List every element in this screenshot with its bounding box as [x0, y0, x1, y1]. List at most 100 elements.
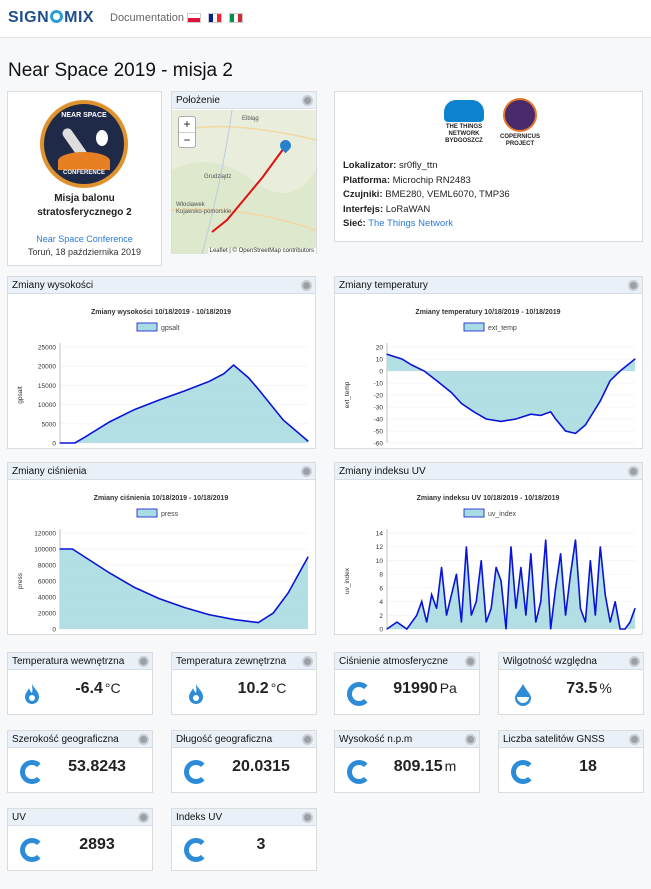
info-locator: Lokalizator: sr0fly_ttn [343, 160, 438, 171]
copernicus-logo: COPERNICUS PROJECT [498, 98, 542, 148]
data-point [485, 621, 487, 623]
gear-icon[interactable] [628, 466, 639, 477]
gear-icon[interactable] [629, 734, 640, 745]
data-point [183, 606, 185, 608]
y-tick-label: 0 [379, 627, 383, 634]
data-point [490, 607, 492, 610]
ring-icon [20, 838, 44, 862]
data-point [109, 572, 111, 574]
legend-label: press [161, 511, 179, 518]
signomix-logo[interactable]: SIGN MIX [8, 9, 94, 27]
data-point [257, 622, 259, 624]
zoom-in-button[interactable]: + [179, 117, 195, 132]
data-point [59, 442, 61, 444]
data-point [445, 614, 448, 616]
data-point [411, 364, 413, 366]
near-space-conference-logo: NEAR SPACE CONFERENCE [40, 100, 128, 188]
gear-icon[interactable] [302, 656, 313, 667]
data-point [307, 556, 309, 558]
y-axis-label: gpsalt [17, 386, 24, 404]
gear-icon[interactable] [628, 280, 639, 291]
pressure-chart-card: Zmiany ciśnienia Zmiany ciśnienia 10/18/… [7, 462, 316, 635]
tile-label: Liczba satelitów GNSS [503, 734, 605, 745]
data-point [634, 358, 636, 360]
data-point [530, 413, 532, 415]
data-point [416, 614, 418, 616]
data-point [495, 566, 497, 568]
data-point [71, 548, 73, 550]
pressure-chart: Zmiany ciśnienia 10/18/2019 - 10/18/2019… [17, 495, 309, 634]
data-point [619, 628, 621, 630]
device-info-list: Lokalizator: sr0fly_ttn Platforma: Micro… [343, 159, 510, 232]
y-tick-label: 0 [52, 627, 56, 634]
y-tick-label: 120000 [34, 531, 56, 538]
mission-name: Misja balonu stratosferycznego 2 [37, 193, 132, 218]
y-tick-label: -10 [374, 381, 384, 388]
data-point [473, 411, 475, 413]
zoom-out-button[interactable]: − [179, 132, 195, 147]
data-point [455, 573, 458, 575]
data-point [84, 436, 86, 438]
data-point [564, 430, 567, 432]
polish-flag-icon[interactable] [187, 13, 201, 23]
sensor-tile: Długość geograficzna 20.0315 [171, 730, 317, 793]
data-point [540, 600, 542, 603]
altitude-chart-card: Zmiany wysokości Zmiany wysokości 10/18/… [7, 276, 316, 449]
y-tick-label: -30 [374, 405, 384, 412]
french-flag-icon[interactable] [208, 13, 222, 23]
gear-icon[interactable] [138, 812, 149, 823]
data-point [619, 370, 621, 372]
data-point [423, 370, 425, 372]
tile-value: -6.4 °C [75, 680, 121, 697]
map-card: Położenie Elbląg Grudziądz Włocławek Kuj… [171, 91, 317, 254]
map-attribution[interactable]: Leaflet | © OpenStreetMap contributors [207, 248, 316, 254]
tile-value: 73.5% [566, 680, 612, 697]
gear-icon[interactable] [465, 656, 476, 667]
gear-icon[interactable] [301, 280, 312, 291]
y-tick-label: 12 [376, 544, 384, 551]
mission-date: Toruń, 18 października 2019 [27, 247, 142, 257]
gear-icon[interactable] [138, 656, 149, 667]
navbar: SIGN MIX Documentation [0, 0, 651, 38]
chart-title: Zmiany temperatury 10/18/2019 - 10/18/20… [415, 309, 560, 316]
ring-icon [347, 682, 371, 706]
mission-card: NEAR SPACE CONFERENCE Misja balonu strat… [7, 91, 162, 266]
location-map[interactable]: Elbląg Grudziądz Włocławek Kujawsko-pomo… [172, 110, 316, 254]
sensor-tile: Ciśnienie atmosferyczne 91990 Pa [334, 652, 480, 715]
legend-swatch [463, 508, 485, 518]
data-point [426, 621, 428, 623]
page-title: Near Space 2019 - misja 2 [8, 60, 233, 81]
data-point [282, 419, 284, 421]
data-point [634, 607, 636, 610]
map-place-label: Kujawsko-pomorskie [176, 209, 232, 215]
device-info-card: THE THINGS NETWORK BYDGOSZCZ COPERNICUS … [334, 91, 643, 242]
tile-value: 20.0315 [232, 758, 290, 775]
y-axis-label: uv_index [344, 567, 351, 594]
data-point [574, 539, 577, 541]
y-tick-label: 0 [52, 441, 56, 448]
legend-swatch [463, 322, 485, 332]
sensor-tile: Wilgotność względna 73.5% [498, 652, 644, 715]
tile-value: 18 [579, 758, 597, 775]
gear-icon[interactable] [138, 734, 149, 745]
gear-icon[interactable] [465, 734, 476, 745]
data-point [406, 628, 408, 630]
documentation-link[interactable]: Documentation [110, 12, 184, 24]
gear-icon[interactable] [302, 734, 313, 745]
gear-icon[interactable] [629, 656, 640, 667]
legend-swatch [136, 322, 158, 332]
gear-icon[interactable] [302, 95, 313, 106]
italian-flag-icon[interactable] [229, 13, 243, 23]
data-point [158, 399, 160, 401]
y-tick-label: 2 [379, 613, 383, 620]
gear-icon[interactable] [302, 812, 313, 823]
series-area [387, 354, 635, 434]
ring-icon [184, 760, 208, 784]
tile-value: 91990 Pa [393, 680, 457, 697]
gear-icon[interactable] [301, 466, 312, 477]
y-tick-label: 60000 [38, 579, 56, 586]
altitude-chart: Zmiany wysokości 10/18/2019 - 10/18/2019… [17, 309, 309, 448]
conference-link[interactable]: Near Space Conference [8, 234, 161, 244]
tile-label: Długość geograficzna [176, 734, 273, 745]
ring-icon [511, 760, 535, 784]
